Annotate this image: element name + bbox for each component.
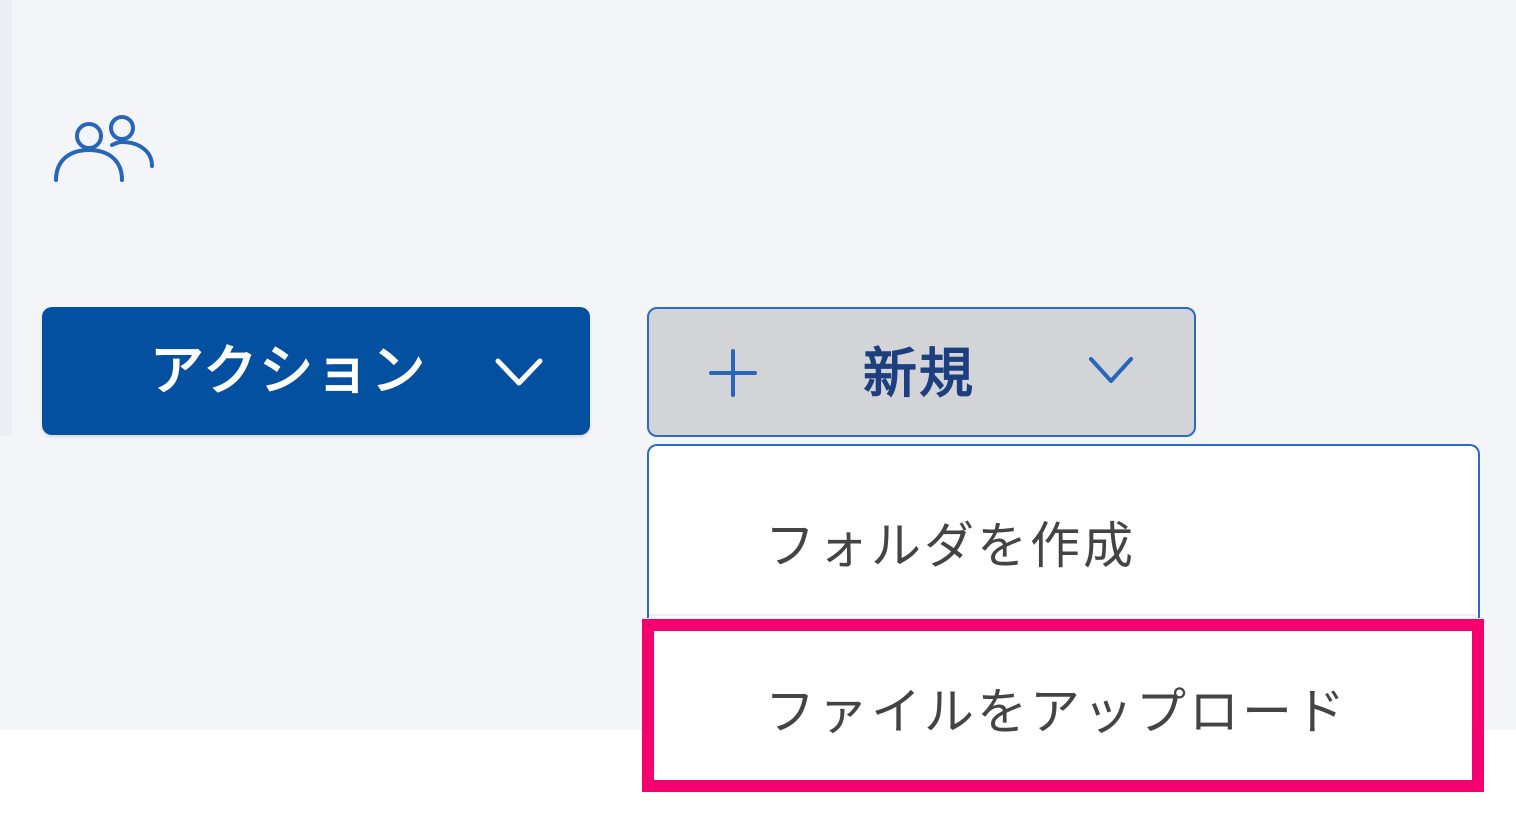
users-icon <box>54 115 154 182</box>
new-button[interactable]: 新規 <box>647 307 1196 437</box>
menu-divider <box>649 614 1476 616</box>
menu-item-create-folder[interactable]: フォルダを作成 <box>649 446 1478 614</box>
chevron-down-icon <box>1089 357 1133 383</box>
new-button-label: 新規 <box>863 342 975 405</box>
chevron-down-icon <box>495 358 543 386</box>
action-button-label: アクション <box>150 339 428 402</box>
action-button[interactable]: アクション <box>42 307 590 435</box>
menu-item-label: フォルダを作成 <box>765 517 1136 575</box>
new-dropdown-menu: フォルダを作成 <box>647 444 1480 618</box>
menu-item-upload-file[interactable]: ファイルをアップロード <box>647 620 1483 791</box>
plus-icon <box>709 349 757 397</box>
menu-item-label: ファイルをアップロード <box>765 683 1348 741</box>
side-panel-edge <box>0 0 12 436</box>
